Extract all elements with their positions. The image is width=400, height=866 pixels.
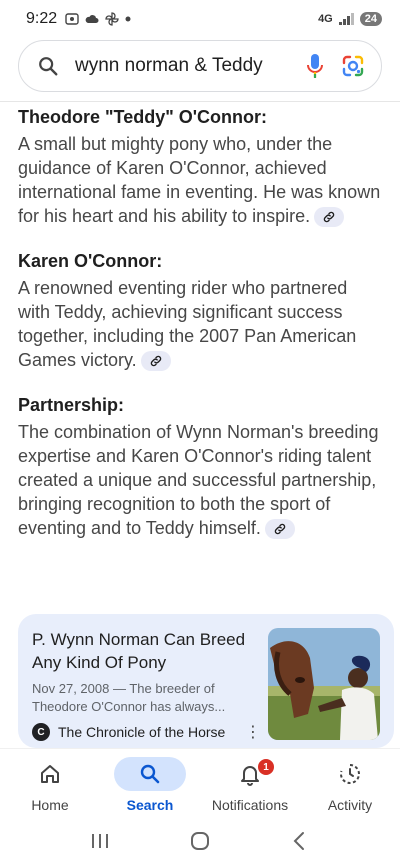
status-notification-icons (65, 12, 131, 26)
nav-activity[interactable]: Activity (304, 757, 396, 813)
result-source: C The Chronicle of the Horse ⋮ (32, 722, 261, 742)
nav-activity-label: Activity (327, 797, 373, 813)
status-left: 9:22 (26, 10, 131, 28)
link-icon (274, 524, 286, 535)
ai-overview-content: Theodore "Teddy" O'Connor: A small but m… (18, 104, 384, 560)
header-divider (0, 101, 400, 102)
source-logo-icon: C (32, 723, 50, 741)
activity-icon (340, 764, 360, 784)
source-link-button[interactable] (264, 519, 295, 540)
section-teddy: Theodore "Teddy" O'Connor: A small but m… (18, 104, 384, 228)
search-icon (39, 57, 58, 76)
search-bar[interactable]: wynn norman & Teddy (18, 40, 382, 92)
section-heading: Karen O'Connor: (18, 251, 163, 271)
battery-indicator: 24 (359, 12, 382, 26)
link-icon (150, 356, 161, 367)
search-input[interactable]: wynn norman & Teddy (75, 55, 291, 77)
nav-notifications[interactable]: 1 Notifications (204, 757, 296, 813)
result-card[interactable]: P. Wynn Norman Can Breed Any Kind Of Pon… (18, 614, 394, 748)
search-icon (140, 764, 160, 784)
back-button[interactable] (289, 830, 311, 857)
home-circle-icon (191, 831, 209, 850)
nav-activity-icon-wrap (314, 757, 386, 791)
section-body-text: The combination of Wynn Norman's breedin… (18, 422, 379, 538)
recent-apps-button[interactable] (89, 831, 111, 856)
result-thumbnail[interactable] (268, 628, 380, 740)
signal-icon (338, 13, 354, 25)
bottom-navigation: Home Search 1 Notifications Activity (0, 748, 400, 820)
section-heading: Theodore "Teddy" O'Connor: (18, 107, 268, 127)
status-time: 9:22 (26, 10, 58, 27)
section-partnership: Partnership: The combination of Wynn Nor… (18, 392, 384, 540)
nav-search[interactable]: Search (104, 757, 196, 813)
nav-home-label: Home (31, 797, 69, 813)
source-link-button[interactable] (140, 351, 171, 372)
result-snippet: Nov 27, 2008 — The breeder of Theodore O… (32, 681, 226, 714)
source-name: The Chronicle of the Horse (58, 724, 226, 740)
notification-badge: 1 (258, 759, 274, 775)
section-body-text: A renowned eventing rider who partnered … (18, 278, 357, 370)
source-link-button[interactable] (314, 207, 345, 228)
link-icon (323, 212, 335, 223)
back-chevron-icon (293, 831, 304, 850)
network-label: 4G (318, 13, 333, 25)
microphone-icon (307, 54, 323, 78)
more-options-icon[interactable]: ⋮ (245, 722, 261, 742)
nav-home-icon-wrap (14, 757, 86, 791)
section-body: The combination of Wynn Norman's breedin… (18, 420, 384, 540)
horse-and-rider-photo (268, 628, 380, 740)
screenshot-icon (65, 13, 79, 25)
nav-notifications-icon-wrap (214, 757, 286, 791)
section-body: A renowned eventing rider who partnered … (18, 276, 384, 372)
section-karen: Karen O'Connor: A renowned eventing ride… (18, 248, 384, 372)
home-button[interactable] (189, 830, 211, 857)
nav-notifications-label: Notifications (211, 797, 289, 813)
home-icon (41, 765, 59, 783)
pinwheel-icon (105, 12, 119, 26)
voice-search-button[interactable] (301, 52, 329, 80)
system-navigation-bar (0, 820, 400, 866)
nav-search-icon-wrap (114, 757, 186, 791)
status-bar: 9:22 4G 24 (0, 0, 400, 38)
nav-home[interactable]: Home (4, 757, 96, 813)
cloud-icon (85, 15, 99, 23)
section-heading: Partnership: (18, 395, 125, 415)
dot-icon (125, 16, 131, 22)
result-title[interactable]: P. Wynn Norman Can Breed Any Kind Of Pon… (32, 628, 260, 674)
status-right: 4G 24 (318, 12, 382, 26)
result-card-text: P. Wynn Norman Can Breed Any Kind Of Pon… (32, 628, 268, 741)
google-lens-button[interactable] (339, 52, 367, 80)
google-lens-icon (342, 55, 364, 77)
nav-search-label: Search (126, 797, 174, 813)
recent-apps-icon (92, 833, 108, 848)
section-body: A small but mighty pony who, under the g… (18, 132, 384, 228)
